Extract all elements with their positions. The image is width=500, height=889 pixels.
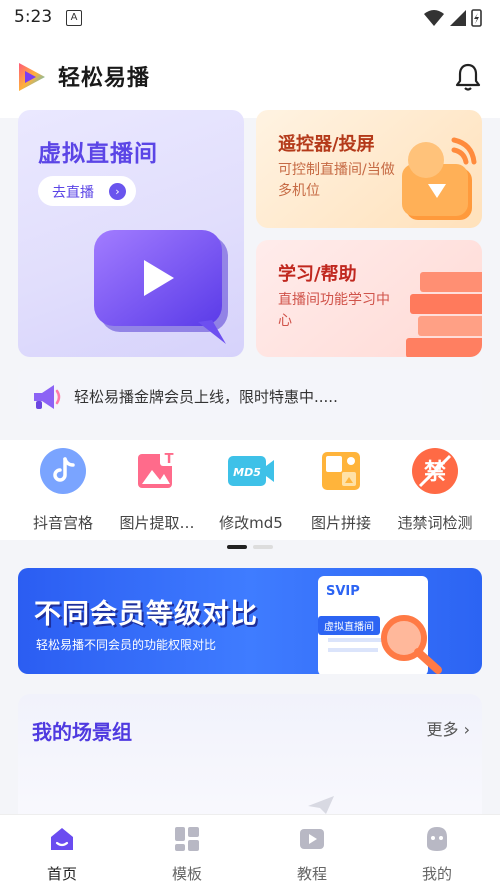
- tool-label: 图片提取…: [119, 514, 195, 532]
- svg-text:T: T: [165, 452, 174, 467]
- learn-help-title: 学习/帮助: [278, 264, 357, 285]
- remote-control-desc: 可控制直播间/当做多机位: [278, 162, 395, 199]
- tool-label: 违禁词检测: [397, 514, 473, 532]
- remote-control-card[interactable]: 遥控器/投屏 可控制直播间/当做多机位: [256, 110, 482, 228]
- membership-compare-banner[interactable]: 不同会员等级对比 轻松易播不同会员的功能权限对比 SVIP 虚拟直播间: [18, 568, 482, 674]
- tools-row: 抖音宫格 T 图片提取… MD5 修改md5 图片拼接 禁: [0, 440, 500, 540]
- app-title: 轻松易播: [58, 66, 151, 91]
- banner-subtitle: 轻松易播不同会员的功能权限对比: [36, 638, 217, 652]
- paper-plane-icon: [308, 796, 334, 814]
- status-time: 5:23: [14, 7, 53, 27]
- page-dot-active: [227, 545, 247, 549]
- go-live-button[interactable]: 去直播 ›: [38, 176, 136, 206]
- announcement-text: 轻松易播金牌会员上线，限时特惠中.....: [74, 388, 338, 406]
- tab-templates[interactable]: 模板: [147, 825, 227, 884]
- virtual-live-room-card[interactable]: 虚拟直播间 去直播 ›: [18, 110, 244, 357]
- learn-help-card[interactable]: 学习/帮助 直播间功能学习中心: [256, 240, 482, 357]
- tab-label: 教程: [296, 865, 327, 883]
- placeholder-line: [328, 648, 378, 652]
- go-live-label: 去直播: [52, 185, 94, 201]
- tool-label: 图片拼接: [310, 514, 371, 532]
- tab-label: 我的: [421, 865, 452, 883]
- scene-group-title: 我的场景组: [32, 720, 132, 744]
- video-tutorial-icon: [300, 829, 324, 849]
- cast-icon: [402, 137, 477, 220]
- svip-tag: 虚拟直播间: [318, 616, 380, 635]
- app-header: 轻松易播: [0, 34, 500, 118]
- svg-text:MD5: MD5: [233, 466, 261, 479]
- remote-control-title: 遥控器/投屏: [278, 134, 375, 155]
- megaphone-icon: [34, 385, 61, 409]
- app-logo-icon: [19, 63, 45, 91]
- virtual-live-room-title: 虚拟直播间: [38, 141, 158, 167]
- tab-tutorials[interactable]: 教程: [272, 825, 352, 884]
- tab-label: 模板: [171, 865, 202, 883]
- douyin-icon: [40, 448, 86, 494]
- svip-label: SVIP: [326, 584, 360, 599]
- banner-headline: 不同会员等级对比: [34, 599, 258, 630]
- page-dot[interactable]: [253, 545, 273, 549]
- more-label: 更多: [426, 720, 459, 739]
- more-link[interactable]: 更多 ›: [427, 716, 471, 740]
- profile-icon: [427, 827, 447, 851]
- announcement-bar[interactable]: 轻松易播金牌会员上线，限时特惠中.....: [18, 369, 482, 423]
- md5-icon: MD5: [228, 456, 274, 486]
- grid-icon: [175, 827, 199, 851]
- home-icon: [51, 828, 73, 850]
- magnifier-icon: [381, 615, 442, 674]
- play-bubble-icon: [94, 230, 228, 344]
- arrow-right-icon: ›: [109, 183, 126, 200]
- bell-icon[interactable]: [454, 62, 482, 92]
- tab-home[interactable]: 首页: [22, 825, 102, 884]
- status-bar: 5:23 A: [0, 0, 500, 34]
- system-nav-area: [0, 882, 500, 888]
- tab-label: 首页: [46, 865, 77, 883]
- tool-label: 抖音宫格: [32, 514, 93, 532]
- tab-profile[interactable]: 我的: [397, 825, 477, 884]
- tool-modify-md5[interactable]: MD5 修改md5: [202, 448, 300, 533]
- books-icon: [406, 272, 482, 357]
- banned-words-icon: 禁: [412, 448, 458, 494]
- status-icons: [422, 8, 486, 32]
- notification-icon: A: [66, 10, 82, 26]
- learn-help-desc: 直播间功能学习中心: [278, 292, 390, 329]
- image-stitch-icon: [322, 452, 360, 490]
- tool-image-extract[interactable]: T 图片提取…: [108, 448, 206, 533]
- image-extract-icon: T: [138, 450, 178, 488]
- tool-image-stitch[interactable]: 图片拼接: [292, 448, 390, 533]
- tool-banned-words[interactable]: 禁 违禁词检测: [386, 448, 484, 533]
- bottom-tab-bar: 首页 模板 教程 我的: [0, 814, 500, 889]
- tool-douyin-grid[interactable]: 抖音宫格: [14, 448, 112, 533]
- tool-label: 修改md5: [219, 514, 283, 532]
